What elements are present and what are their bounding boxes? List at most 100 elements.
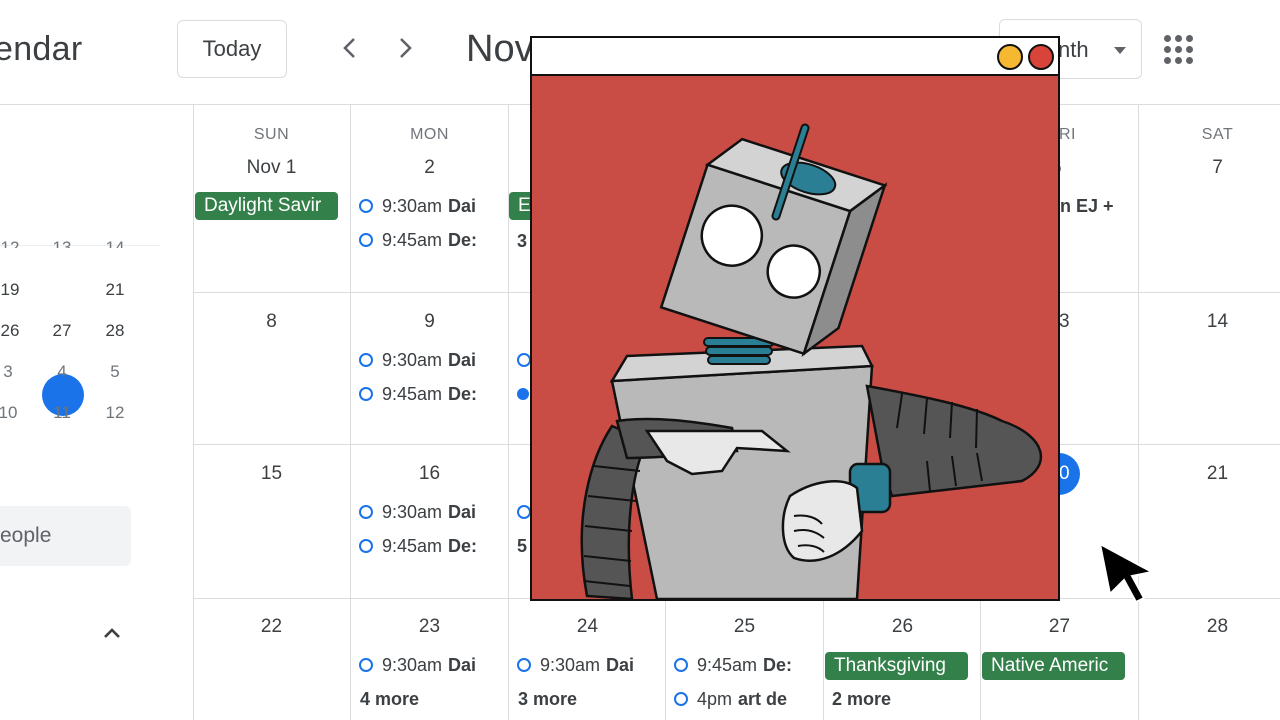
search-people-input[interactable]: eople <box>0 506 131 566</box>
apps-grid-icon[interactable] <box>1164 35 1194 65</box>
dropdown-caret-icon <box>1114 47 1126 54</box>
event-item[interactable]: 9:45am De: <box>359 225 489 255</box>
event-item[interactable]: 9:30am Dai <box>359 497 489 527</box>
event-time: 9:30am <box>540 654 601 675</box>
mini-day[interactable]: 26 <box>0 321 30 341</box>
day-number[interactable]: 22 <box>193 616 350 638</box>
event-dot-icon <box>359 233 373 247</box>
day-number[interactable]: 16 <box>351 463 508 485</box>
day-number[interactable]: 24 <box>509 616 666 638</box>
event-time: 9:30am <box>382 654 443 675</box>
event-title: Dai <box>448 195 477 216</box>
day-number[interactable]: 8 <box>193 311 350 333</box>
event-item[interactable]: 4pm art de <box>674 684 804 714</box>
mini-day[interactable]: 11 <box>42 403 82 423</box>
weekday-header: MON <box>410 126 449 143</box>
allday-event-chip[interactable]: Native Americ <box>982 652 1125 680</box>
event-time: 9:45am <box>697 654 758 675</box>
event-dot-icon <box>674 658 688 672</box>
event-dot-icon <box>359 539 373 553</box>
mini-day[interactable]: 27 <box>42 321 82 341</box>
mini-day[interactable]: 21 <box>95 280 135 300</box>
mini-day[interactable]: 28 <box>95 321 135 341</box>
event-title: Dai <box>448 501 477 522</box>
chevron-up-icon[interactable] <box>102 626 122 640</box>
weekday-header: SAT <box>1201 126 1234 143</box>
event-title: Dai <box>448 654 477 675</box>
event-item[interactable]: 9:30am Dai <box>359 650 489 680</box>
event-item[interactable]: 9:45am De: <box>359 379 489 409</box>
event-time: 9:45am <box>382 229 443 250</box>
chevron-right-icon[interactable] <box>385 28 425 68</box>
more-events-link[interactable]: 5 <box>517 536 527 557</box>
event-dot-icon <box>359 658 373 672</box>
event-item[interactable]: 9:30am Dai <box>359 345 489 375</box>
event-title: De: <box>448 535 478 556</box>
event-item[interactable]: 9:30am Dai <box>517 650 647 680</box>
day-number[interactable]: 25 <box>666 616 823 638</box>
weekday-header: RI <box>1059 126 1076 143</box>
mouse-pointer-icon <box>1098 542 1155 604</box>
allday-event-chip[interactable]: Thanksgiving <box>825 652 968 680</box>
day-number-today[interactable]: 0 <box>1059 463 1079 485</box>
mini-day[interactable]: 5 <box>95 362 135 382</box>
event-dot-icon <box>359 199 373 213</box>
event-time: 9:45am <box>382 535 443 556</box>
popup-title-bar[interactable] <box>532 38 1058 76</box>
mini-day[interactable]: 12 <box>95 403 135 423</box>
more-events-link[interactable]: 3 more <box>518 689 577 710</box>
mini-day[interactable]: 10 <box>0 403 28 423</box>
event-dot-icon <box>674 692 688 706</box>
today-button[interactable]: Today <box>177 20 287 78</box>
event-title: art de <box>738 688 788 709</box>
more-events-link[interactable]: 2 more <box>832 689 891 710</box>
day-number[interactable]: 26 <box>824 616 981 638</box>
day-number[interactable]: 7 <box>1139 157 1280 179</box>
day-number[interactable]: 27 <box>981 616 1138 638</box>
day-number[interactable]: 9 <box>351 311 508 333</box>
event-time: 9:45am <box>382 383 443 404</box>
event-dot-icon <box>517 658 531 672</box>
day-number[interactable]: 21 <box>1139 463 1280 485</box>
event-item[interactable] <box>517 497 531 527</box>
view-label: nth <box>1058 37 1089 62</box>
close-icon[interactable] <box>1028 44 1054 70</box>
event-item[interactable]: n EJ + <box>1060 191 1138 221</box>
event-item[interactable]: 9:45am De: <box>674 650 804 680</box>
event-item[interactable]: 9:30am Dai <box>359 191 489 221</box>
event-item[interactable]: 9:45am De: <box>359 531 489 561</box>
event-time: 9:30am <box>382 349 443 370</box>
allday-event-chip[interactable]: Daylight Savir <box>195 192 338 220</box>
day-number[interactable]: 28 <box>1139 616 1280 638</box>
event-title: Dai <box>448 349 477 370</box>
event-dot-icon[interactable] <box>517 388 529 400</box>
day-number[interactable]: 23 <box>351 616 508 638</box>
day-number[interactable]: 14 <box>1139 311 1280 333</box>
minimize-icon[interactable] <box>997 44 1023 70</box>
mini-day-today[interactable]: 20 <box>43 280 83 300</box>
event-title: Dai <box>606 654 635 675</box>
event-dot-icon <box>517 505 531 519</box>
day-number[interactable]: 15 <box>193 463 350 485</box>
month-title: Nov <box>466 28 534 70</box>
day-number[interactable]: 2 <box>351 157 508 179</box>
event-time: 9:30am <box>382 501 443 522</box>
event-item[interactable] <box>517 345 531 375</box>
event-time: 4pm <box>697 688 733 709</box>
robot-illustration <box>532 76 1058 599</box>
mini-day[interactable]: 13 <box>42 238 82 248</box>
mini-day[interactable]: 3 <box>0 362 28 382</box>
app-title: endar <box>0 30 83 68</box>
search-people-placeholder: eople <box>0 524 52 547</box>
event-title: De: <box>448 229 478 250</box>
day-number[interactable]: Nov 1 <box>193 157 350 179</box>
mini-day[interactable]: 19 <box>0 280 30 300</box>
chevron-left-icon[interactable] <box>330 28 370 68</box>
mini-day[interactable]: 12 <box>0 238 30 248</box>
popup-window[interactable] <box>530 36 1060 601</box>
day-number[interactable]: 3 <box>1059 311 1079 333</box>
more-events-link[interactable]: 3 <box>517 231 527 252</box>
mini-day[interactable]: 4 <box>42 362 82 382</box>
more-events-link[interactable]: 4 more <box>360 689 419 710</box>
mini-day[interactable]: 14 <box>95 238 135 248</box>
